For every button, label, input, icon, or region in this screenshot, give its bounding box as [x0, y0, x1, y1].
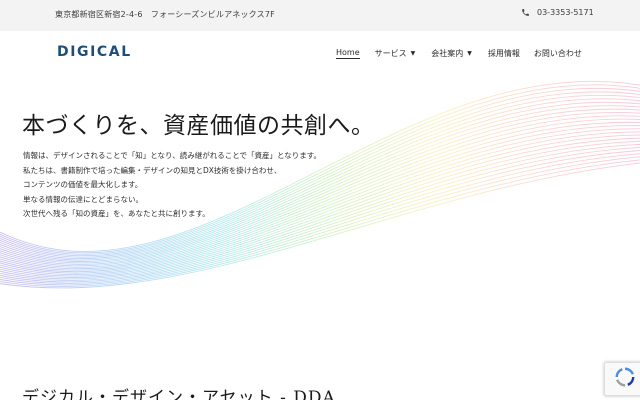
- hero-line: 次世代へ残る「知の資産」を、あなたと共に創ります。: [23, 209, 210, 218]
- nav-home[interactable]: Home: [336, 48, 360, 59]
- site-logo[interactable]: DIGICAL: [57, 44, 132, 60]
- nav-home-label: Home: [336, 48, 360, 57]
- hero-line: 単なる情報の伝達にとどまらない。: [23, 194, 143, 204]
- company-address: 東京都新宿区新宿2-4-6 フォーシーズンビルアネックス7F: [55, 10, 275, 19]
- nav-company[interactable]: 会社案内 ▼: [431, 48, 472, 59]
- nav-recruit-label: 採用情報: [487, 49, 520, 58]
- hero-line: 私たちは、書籍制作で培った編集・デザインの知見とDX技術を掛け合わせ、: [23, 165, 282, 175]
- nav-company-label: 会社案内: [431, 49, 464, 58]
- recaptcha-icon: [614, 366, 636, 392]
- nav-services-label: サービス: [374, 49, 407, 58]
- page: 東京都新宿区新宿2-4-6 フォーシーズンビルアネックス7F 03-3353-5…: [0, 0, 640, 400]
- hero-headline: 本づくりを、資産価値の共創へ。: [22, 113, 375, 139]
- phone-icon: [521, 8, 530, 17]
- phone-number: 03-3353-5171: [537, 8, 594, 17]
- site-header: DIGICAL Home サービス ▼ 会社案内 ▼ 採用情報 お問い合わせ: [0, 31, 640, 77]
- main-nav: Home サービス ▼ 会社案内 ▼ 採用情報 お問い合わせ: [336, 48, 582, 59]
- top-info-bar: 東京都新宿区新宿2-4-6 フォーシーズンビルアネックス7F 03-3353-5…: [0, 0, 640, 31]
- nav-services[interactable]: サービス ▼: [375, 48, 416, 59]
- hero-line: コンテンツの価値を最大化します。: [23, 180, 143, 189]
- chevron-down-icon: ▼: [467, 49, 472, 57]
- recaptcha-badge[interactable]: [604, 362, 640, 396]
- phone-contact[interactable]: 03-3353-5171: [521, 8, 594, 17]
- chevron-down-icon: ▼: [410, 49, 416, 57]
- hero-line: 情報は、デザインされることで「知」となり、読み継がれることで「資産」となります。: [23, 151, 322, 160]
- nav-contact[interactable]: お問い合わせ: [534, 48, 582, 59]
- nav-recruit[interactable]: 採用情報: [488, 48, 520, 59]
- nav-contact-label: お問い合わせ: [533, 49, 582, 58]
- section-heading: デジカル・デザイン・アセット - DDA: [22, 388, 336, 400]
- hero-description: 情報は、デザインされることで「知」となり、読み継がれることで「資産」となります。…: [23, 149, 321, 222]
